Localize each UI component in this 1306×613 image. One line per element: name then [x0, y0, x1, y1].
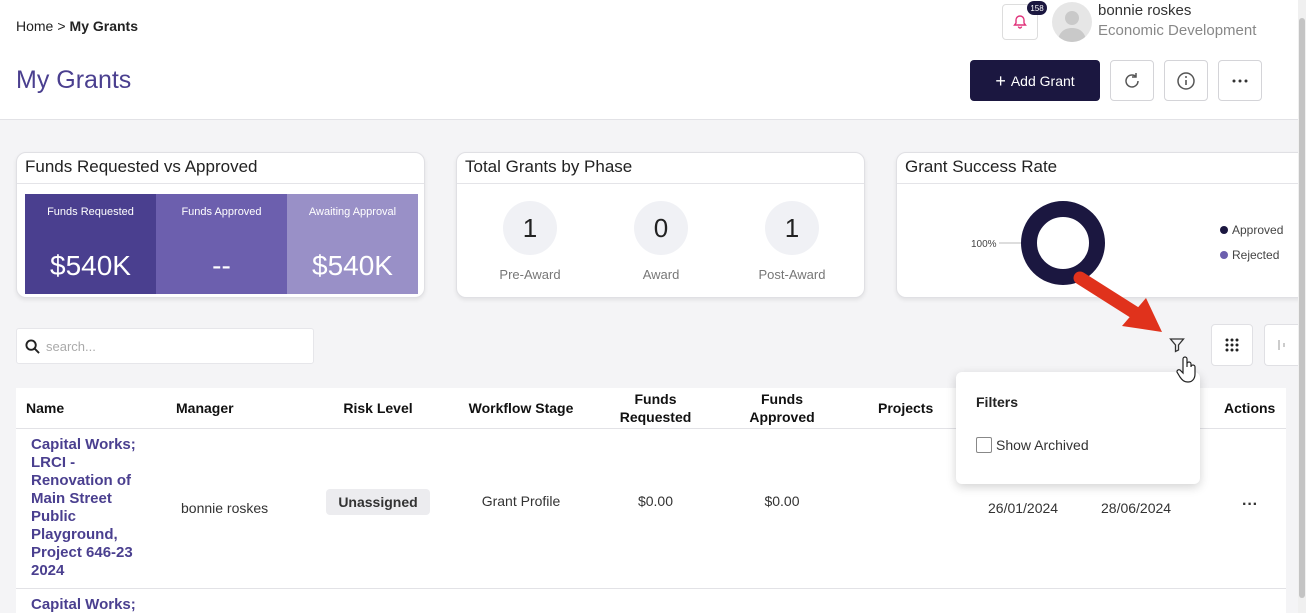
- show-archived-checkbox[interactable]: [976, 437, 992, 453]
- row-actions-button[interactable]: ···: [1242, 496, 1258, 514]
- plus-icon: +: [995, 70, 1006, 91]
- phase-count: 1: [765, 201, 819, 255]
- grant-name-link[interactable]: Capital Works; LRCI - Renovation of Main…: [31, 436, 156, 580]
- phases-card: Total Grants by Phase 1 Pre-Award 0 Awar…: [456, 152, 865, 298]
- show-archived-option[interactable]: Show Archived: [976, 437, 1089, 453]
- breadcrumb-current: My Grants: [69, 18, 139, 34]
- workflow-cell: Grant Profile: [481, 493, 561, 509]
- funds-requested-cell: $0.00: [637, 493, 674, 509]
- funds-approved-cell: Funds Approved --: [156, 194, 287, 294]
- more-options-button[interactable]: [1218, 60, 1262, 101]
- avatar[interactable]: [1052, 2, 1092, 42]
- col-header-actions: Actions: [1224, 400, 1276, 416]
- search-input[interactable]: [46, 338, 296, 354]
- breadcrumb-separator: >: [57, 18, 66, 34]
- user-silhouette-icon: [1058, 11, 1086, 42]
- legend-label: Approved: [1232, 223, 1284, 237]
- legend-dot: [1220, 226, 1228, 234]
- col-header-funds-approved[interactable]: Funds Approved: [736, 388, 828, 428]
- show-archived-label: Show Archived: [996, 437, 1089, 453]
- col-header-workflow[interactable]: Workflow Stage: [456, 388, 586, 428]
- phase-label: Post-Award: [758, 267, 826, 282]
- info-icon: [1177, 71, 1195, 90]
- funds-requested-cell: Funds Requested $540K: [25, 194, 156, 294]
- phase-pre-award[interactable]: 1 Pre-Award: [470, 201, 590, 282]
- notification-badge: 158: [1027, 1, 1047, 15]
- refresh-icon: [1125, 72, 1139, 88]
- info-button[interactable]: [1164, 60, 1208, 101]
- filters-popover: Filters Show Archived: [956, 372, 1200, 484]
- donut-percent-label: 100%: [971, 239, 997, 250]
- page-title: My Grants: [16, 66, 132, 94]
- columns-button[interactable]: [1264, 324, 1298, 366]
- start-date-cell: 26/01/2024: [988, 500, 1059, 516]
- breadcrumb-home[interactable]: Home: [16, 18, 53, 34]
- search-icon: [25, 338, 40, 354]
- col-header-name[interactable]: Name: [26, 388, 64, 428]
- success-card-title: Grant Success Rate: [905, 157, 1058, 176]
- notifications-button[interactable]: 158: [1002, 1, 1047, 40]
- filters-title: Filters: [976, 394, 1019, 410]
- col-header-projects[interactable]: Projects: [878, 388, 933, 428]
- col-header-funds-requested[interactable]: Funds Requested: [608, 388, 703, 428]
- bell-icon: [1013, 15, 1027, 29]
- search-box: [16, 328, 314, 364]
- card-divider: [897, 183, 1306, 184]
- legend-label: Rejected: [1232, 248, 1280, 262]
- legend-dot: [1220, 251, 1228, 259]
- funds-approved-label: Funds Approved: [181, 206, 262, 218]
- breadcrumb: Home > My Grants: [16, 18, 138, 34]
- refresh-button[interactable]: [1110, 60, 1154, 101]
- col-header-manager[interactable]: Manager: [176, 388, 234, 428]
- user-name: bonnie roskes: [1098, 2, 1192, 19]
- funds-approved-cell: $0.00: [764, 493, 800, 509]
- page-header: Home > My Grants My Grants 158 bonnie ro…: [0, 0, 1306, 120]
- funds-requested-label: Funds Requested: [47, 206, 134, 218]
- columns-icon: [1277, 340, 1285, 350]
- risk-badge: Unassigned: [326, 489, 430, 515]
- hand-cursor-icon: [1176, 356, 1196, 383]
- awaiting-approval-value: $540K: [312, 250, 393, 281]
- filter-icon: [1169, 338, 1185, 353]
- phase-count: 1: [503, 201, 557, 255]
- funds-approved-value: --: [212, 250, 231, 281]
- grid-dots-icon: [1225, 338, 1239, 352]
- awaiting-approval-cell: Awaiting Approval $540K: [287, 194, 418, 294]
- grid-view-button[interactable]: [1211, 324, 1253, 366]
- add-grant-label: Add Grant: [1010, 72, 1075, 89]
- scrollbar-thumb[interactable]: [1299, 18, 1305, 598]
- annotation-arrow: [1073, 271, 1162, 332]
- ellipsis-icon: [1232, 79, 1248, 82]
- funds-card-title: Funds Requested vs Approved: [25, 157, 258, 176]
- funds-card: Funds Requested vs Approved Funds Reques…: [16, 152, 425, 298]
- legend-rejected[interactable]: Rejected: [1220, 248, 1279, 262]
- donut-approved-slice: [1021, 201, 1105, 285]
- awaiting-approval-label: Awaiting Approval: [308, 206, 397, 218]
- arrow-shaft: [1073, 271, 1147, 323]
- legend-approved[interactable]: Approved: [1220, 223, 1283, 237]
- card-divider: [457, 183, 864, 184]
- phases-card-title: Total Grants by Phase: [465, 157, 633, 176]
- add-grant-button[interactable]: + Add Grant: [970, 60, 1100, 101]
- phase-label: Award: [642, 267, 680, 282]
- phase-award[interactable]: 0 Award: [601, 201, 721, 282]
- phase-count: 0: [634, 201, 688, 255]
- card-divider: [17, 183, 424, 184]
- phase-label: Pre-Award: [499, 267, 561, 282]
- user-department: Economic Development: [1098, 22, 1257, 39]
- col-header-risk[interactable]: Risk Level: [326, 388, 430, 428]
- grant-name-link[interactable]: Capital Works;: [31, 596, 156, 613]
- phase-post-award[interactable]: 1 Post-Award: [732, 201, 852, 282]
- funds-requested-value: $540K: [50, 250, 131, 281]
- manager-cell: bonnie roskes: [181, 500, 269, 516]
- row-divider: [16, 588, 1286, 589]
- end-date-cell: 28/06/2024: [1101, 500, 1172, 516]
